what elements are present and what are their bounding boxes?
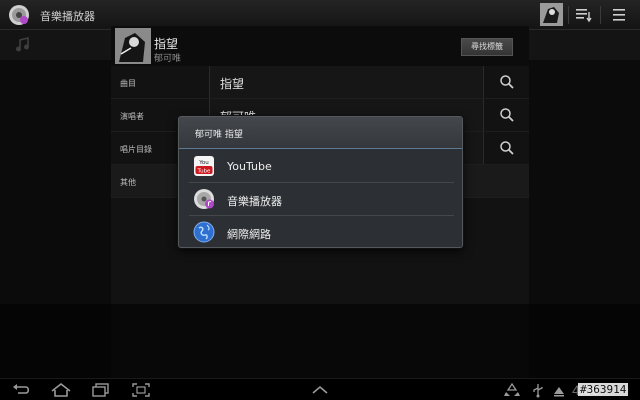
- watermark-label: #363914: [578, 383, 629, 396]
- row-label: 唱片目錄: [120, 145, 152, 154]
- row-label: 演唱者: [120, 112, 144, 121]
- search-icon[interactable]: [499, 140, 515, 156]
- field-value: 指望: [220, 77, 245, 91]
- youtube-icon: You Tube: [194, 156, 214, 176]
- separator: [600, 6, 601, 24]
- song-title: 指望: [154, 37, 179, 51]
- back-icon[interactable]: [10, 382, 32, 398]
- dialog-item-label: 網際網路: [227, 228, 271, 241]
- dialog-item-label: YouTube: [227, 160, 272, 173]
- home-icon[interactable]: [50, 382, 72, 398]
- search-with-dialog: 郁可唯 指望 You Tube YouTube 音樂播放器 網際網路: [178, 116, 463, 248]
- upload-icon: [554, 387, 564, 397]
- dialog-item-youtube[interactable]: You Tube YouTube: [179, 150, 462, 182]
- row-label: 曲目: [120, 79, 136, 88]
- dialog-title: 郁可唯 指望: [195, 130, 243, 140]
- bottom-center-area: [111, 304, 529, 378]
- find-tags-button[interactable]: 尋找標籤: [461, 38, 513, 56]
- cd-disc-icon[interactable]: [8, 4, 30, 26]
- menu-icon[interactable]: [610, 5, 630, 25]
- recycle-icon: [504, 382, 520, 396]
- album-art: [115, 28, 151, 64]
- separator: [568, 6, 569, 24]
- song-header: 指望 郁可唯 尋找標籤: [111, 26, 529, 66]
- album-art-thumbnail[interactable]: [540, 3, 563, 26]
- app-title: 音樂播放器: [40, 10, 95, 23]
- playlist-icon[interactable]: [574, 5, 594, 25]
- svg-text:You: You: [198, 160, 208, 166]
- screenshot-icon[interactable]: [130, 382, 152, 398]
- search-icon[interactable]: [499, 74, 515, 90]
- left-panel: [0, 60, 111, 304]
- row-label: 其他: [120, 178, 136, 187]
- dialog-item-music-player[interactable]: 音樂播放器: [179, 183, 462, 215]
- right-panel: [529, 60, 640, 304]
- usb-icon: [533, 384, 543, 398]
- recent-apps-icon[interactable]: [90, 382, 112, 398]
- system-navigation-bar: 4:06: [0, 378, 640, 400]
- music-note-icon: [16, 37, 29, 52]
- cd-disc-icon: [194, 189, 214, 209]
- chevron-up-icon[interactable]: [309, 382, 331, 398]
- dialog-item-browser[interactable]: 網際網路: [179, 216, 462, 248]
- search-icon[interactable]: [499, 107, 515, 123]
- row-track: 曲目 指望: [111, 66, 529, 99]
- dialog-title-bar: 郁可唯 指望: [179, 117, 462, 149]
- song-artist: 郁可唯: [154, 54, 182, 64]
- globe-icon: [193, 221, 215, 243]
- svg-text:Tube: Tube: [197, 169, 212, 175]
- track-field[interactable]: 指望: [209, 66, 484, 98]
- dialog-item-label: 音樂播放器: [227, 195, 282, 208]
